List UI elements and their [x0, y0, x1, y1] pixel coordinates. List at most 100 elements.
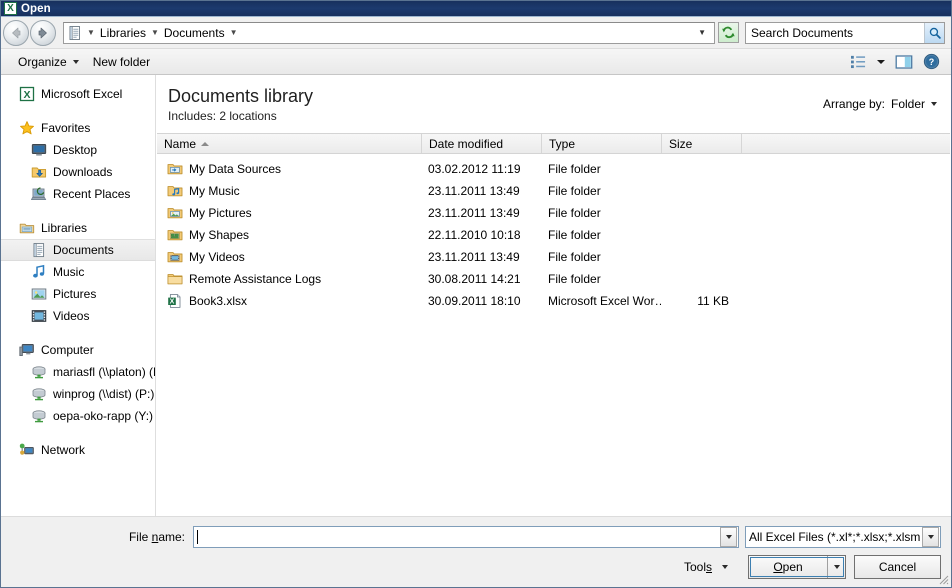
breadcrumb-libraries[interactable]: Libraries [97, 25, 149, 41]
chevron-down-icon [833, 565, 840, 569]
search-input[interactable]: Search Documents [746, 26, 924, 40]
help-button[interactable]: ? [918, 51, 945, 72]
views-button[interactable] [845, 52, 872, 71]
library-document-icon [69, 25, 80, 40]
preview-pane-button[interactable] [890, 52, 918, 72]
table-row[interactable]: My Shapes 22.11.2010 10:18 File folder [156, 224, 951, 246]
forward-button[interactable] [30, 19, 56, 46]
excel-icon [4, 2, 17, 15]
sidebar-item-drive-y[interactable]: oepa-oko-rapp (Y:) [1, 405, 155, 427]
sidebar-item-computer[interactable]: Computer [1, 339, 155, 361]
library-header: Documents library Includes: 2 locations … [156, 75, 951, 123]
file-size: 11 KB [697, 294, 729, 308]
table-row[interactable]: My Pictures 23.11.2011 13:49 File folder [156, 202, 951, 224]
sidebar-item-microsoft-excel[interactable]: X Microsoft Excel [1, 83, 155, 105]
search-box[interactable]: Search Documents [745, 21, 945, 44]
network-drive-icon [31, 364, 47, 380]
address-history-dropdown[interactable]: ▼ [695, 28, 712, 37]
refresh-button[interactable] [718, 22, 739, 43]
breadcrumb-separator-2[interactable]: ▼ [228, 28, 240, 37]
computer-icon [19, 342, 35, 358]
column-header-size[interactable]: Size [662, 134, 742, 153]
network-drive-icon [31, 386, 47, 402]
open-dropdown-button[interactable] [827, 556, 845, 578]
back-button[interactable] [3, 19, 29, 46]
sidebar-item-drive-m[interactable]: mariasfl (\\platon) (M:) [1, 361, 155, 383]
libraries-icon [19, 220, 35, 236]
svg-text:X: X [170, 299, 175, 306]
file-date: 23.11.2011 13:49 [428, 184, 520, 198]
chevron-down-icon [722, 565, 728, 569]
table-row[interactable]: My Videos 23.11.2011 13:49 File folder [156, 246, 951, 268]
table-row[interactable]: Remote Assistance Logs 30.08.2011 14:21 … [156, 268, 951, 290]
column-header-date-modified[interactable]: Date modified [422, 134, 542, 153]
sidebar-item-videos[interactable]: Videos [1, 305, 155, 327]
sidebar-item-label: winprog (\\dist) (P:) [53, 387, 155, 401]
column-header-name[interactable]: Name [157, 134, 422, 153]
chevron-down-icon [927, 535, 934, 539]
table-row[interactable]: My Data Sources 03.02.2012 11:19 File fo… [156, 158, 951, 180]
file-list: My Data Sources 03.02.2012 11:19 File fo… [156, 154, 951, 516]
sidebar-item-label: Microsoft Excel [41, 87, 123, 101]
sidebar-item-label: Videos [53, 309, 90, 323]
search-button[interactable] [924, 22, 944, 43]
file-type: File folder [548, 272, 601, 286]
sidebar-item-label: mariasfl (\\platon) (M:) [53, 365, 155, 379]
views-dropdown-button[interactable] [872, 58, 890, 66]
dialog-footer: File name: All Excel Files (*.xl*;*.xlsx… [1, 516, 951, 587]
videos-folder-icon [167, 249, 183, 265]
sidebar-item-pictures[interactable]: Pictures [1, 283, 155, 305]
sidebar-item-label: Favorites [41, 121, 91, 135]
documents-library-icon [31, 242, 47, 258]
sidebar-item-recent-places[interactable]: Recent Places [1, 183, 155, 205]
file-name: My Videos [189, 250, 245, 264]
column-header-type[interactable]: Type [542, 134, 662, 153]
text-cursor [197, 530, 198, 545]
window-title: Open [21, 2, 51, 15]
tools-button[interactable]: Tools [676, 556, 736, 578]
button-row: Tools Open Cancel [11, 551, 941, 587]
file-type-select[interactable]: All Excel Files (*.xl*;*.xlsx;*.xlsm; [745, 526, 941, 548]
breadcrumb-separator-root[interactable]: ▼ [85, 28, 97, 37]
file-type-dropdown-button[interactable] [922, 527, 939, 547]
sort-ascending-icon [201, 141, 210, 146]
sidebar-item-libraries[interactable]: Libraries [1, 217, 155, 239]
resize-grip[interactable] [937, 573, 949, 585]
library-subtitle: Includes: 2 locations [168, 109, 277, 123]
table-row[interactable]: My Music 23.11.2011 13:49 File folder [156, 180, 951, 202]
file-type-value: All Excel Files (*.xl*;*.xlsx;*.xlsm; [749, 530, 921, 544]
cancel-button[interactable]: Cancel [854, 555, 941, 579]
svg-text:?: ? [929, 57, 934, 67]
breadcrumb-separator-1[interactable]: ▼ [149, 28, 161, 37]
file-type: File folder [548, 228, 601, 242]
chevron-down-icon [72, 59, 79, 64]
sidebar-item-label: oepa-oko-rapp (Y:) [53, 409, 154, 423]
breadcrumb-documents[interactable]: Documents [161, 25, 228, 41]
address-bar[interactable]: ▼ Libraries ▼ Documents ▼ ▼ [63, 21, 715, 44]
arrange-by-control[interactable]: Arrange by: Folder [823, 85, 937, 111]
sidebar-item-drive-p[interactable]: winprog (\\dist) (P:) [1, 383, 155, 405]
new-folder-button[interactable]: New folder [86, 52, 157, 72]
organize-button[interactable]: Organize [11, 52, 86, 72]
sidebar-item-favorites[interactable]: Favorites [1, 117, 155, 139]
file-date: 30.08.2011 14:21 [428, 272, 521, 286]
sidebar-item-network[interactable]: Network [1, 439, 155, 461]
file-name-dropdown-button[interactable] [720, 527, 737, 547]
file-name-value[interactable] [194, 530, 719, 545]
list-view-icon [851, 55, 866, 69]
data-sources-folder-icon [167, 161, 183, 177]
file-date: 22.11.2010 10:18 [428, 228, 521, 242]
sidebar-item-desktop[interactable]: Desktop [1, 139, 155, 161]
navigation-pane: X Microsoft Excel Favorites Desktop Down… [1, 75, 156, 516]
open-button[interactable]: Open [748, 555, 846, 579]
pictures-folder-icon [167, 205, 183, 221]
sidebar-item-documents[interactable]: Documents [1, 239, 155, 261]
sidebar-item-music[interactable]: Music [1, 261, 155, 283]
file-name-input[interactable] [193, 526, 739, 548]
table-row[interactable]: X Book3.xlsx 30.09.2011 18:10 Microsoft … [156, 290, 951, 312]
toolbar: Organize New folder ? [1, 48, 951, 75]
sidebar-item-downloads[interactable]: Downloads [1, 161, 155, 183]
